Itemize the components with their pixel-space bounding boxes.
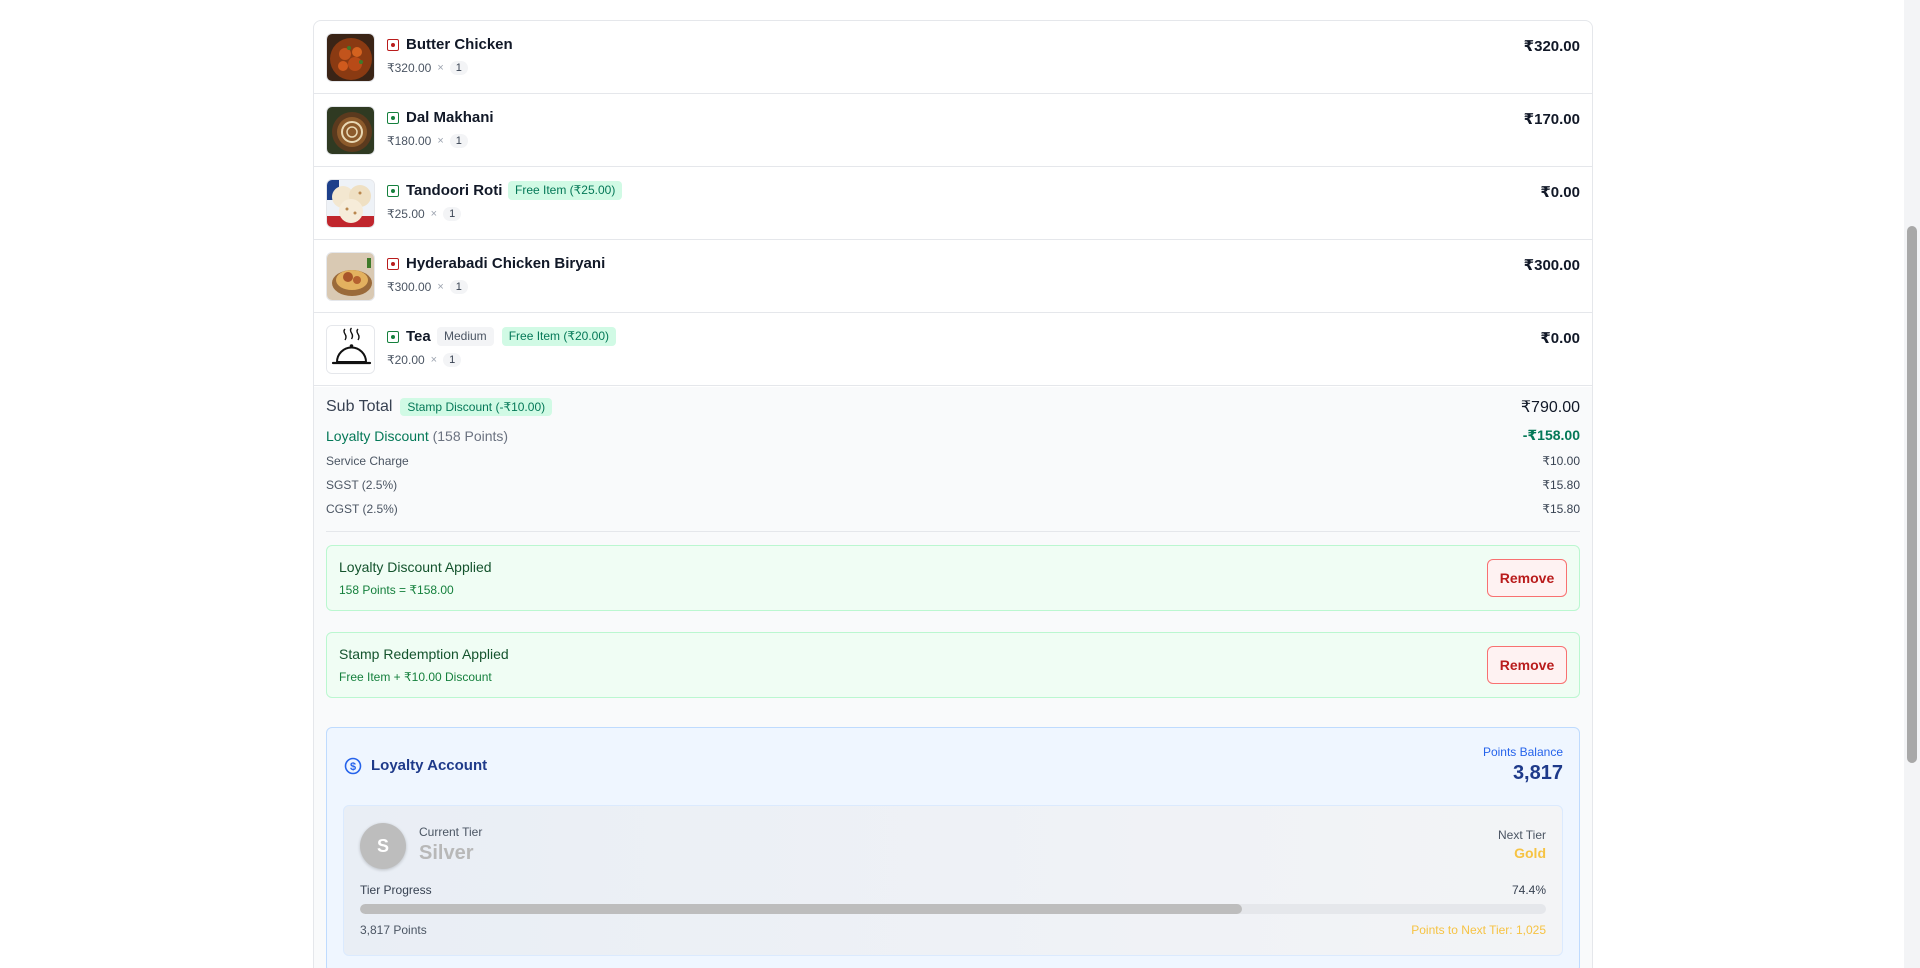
stamp-applied-box: Stamp Redemption Applied Free Item + ₹10… xyxy=(326,632,1580,698)
item-name: Dal Makhani xyxy=(406,109,494,126)
order-item-row: Butter Chicken ₹320.00 × 1 ₹320.00 xyxy=(314,21,1592,94)
loyalty-applied-subtitle: 158 Points = ₹158.00 xyxy=(339,583,454,597)
cgst-row: CGST (2.5%) ₹15.80 xyxy=(326,502,1580,516)
item-price-qty: ₹25.00 × 1 xyxy=(387,207,462,221)
multiply-sign: × xyxy=(437,281,444,293)
item-qty-badge: 1 xyxy=(449,134,468,148)
subtotal-value: ₹790.00 xyxy=(1520,399,1580,416)
item-name: Butter Chicken xyxy=(406,36,513,53)
tier-progress-fill xyxy=(360,904,1243,914)
loyalty-account-title: Loyalty Account xyxy=(371,757,488,774)
item-unit-price: ₹180.00 xyxy=(387,134,432,148)
item-price-qty: ₹20.00 × 1 xyxy=(387,353,462,367)
sgst-label: SGST (2.5%) xyxy=(326,478,398,492)
cgst-label: CGST (2.5%) xyxy=(326,502,398,516)
free-item-tag: Free Item (₹25.00) xyxy=(508,181,623,200)
item-price-qty: ₹320.00 × 1 xyxy=(387,61,468,75)
nonveg-indicator-icon xyxy=(387,39,399,51)
order-summary: Sub Total Stamp Discount (-₹10.00) ₹790.… xyxy=(314,387,1592,968)
item-total: ₹0.00 xyxy=(1540,184,1580,201)
tier-avatar: S xyxy=(360,823,406,869)
item-name: Tandoori Roti xyxy=(406,182,503,199)
nonveg-indicator-icon xyxy=(387,258,399,270)
next-tier-label: Next Tier xyxy=(1497,828,1546,842)
loyalty-applied-title: Loyalty Discount Applied xyxy=(339,559,492,575)
loyalty-applied-box: Loyalty Discount Applied 158 Points = ₹1… xyxy=(326,545,1580,611)
item-name: Tea xyxy=(406,328,431,345)
multiply-sign: × xyxy=(430,354,438,366)
loyalty-discount-row: Loyalty Discount (158 Points) -₹158.00 xyxy=(326,427,1580,444)
item-qty-badge: 1 xyxy=(449,61,468,75)
subtotal-row: Sub Total Stamp Discount (-₹10.00) ₹790.… xyxy=(326,397,1580,417)
free-item-tag: Free Item (₹20.00) xyxy=(501,327,617,346)
butter-chicken-image xyxy=(326,33,375,82)
item-total: ₹0.00 xyxy=(1540,330,1580,347)
loyalty-discount-label: Loyalty Discount xyxy=(326,427,429,444)
variant-tag: Medium xyxy=(437,327,494,346)
svg-text:$: $ xyxy=(350,761,356,773)
points-balance-label: Points Balance xyxy=(1482,745,1563,759)
item-price-qty: ₹300.00 × 1 xyxy=(387,280,468,294)
points-to-next-tier-label: Points to Next Tier: 1,025 xyxy=(1411,923,1546,937)
order-card: Butter Chicken ₹320.00 × 1 ₹320.00 Dal Makhan… xyxy=(313,20,1593,968)
item-unit-price: ₹25.00 xyxy=(387,207,425,221)
cgst-value: ₹15.80 xyxy=(1542,502,1580,516)
current-tier-value: Silver xyxy=(419,842,474,864)
remove-stamp-button[interactable]: Remove xyxy=(1487,646,1567,684)
scrollbar-thumb[interactable] xyxy=(1907,226,1917,763)
item-total: ₹300.00 xyxy=(1523,257,1580,274)
item-unit-price: ₹20.00 xyxy=(387,353,425,367)
item-unit-price: ₹300.00 xyxy=(387,280,432,294)
multiply-sign: × xyxy=(437,62,444,74)
next-tier-value: Gold xyxy=(1514,845,1546,861)
tier-progress-percent: 74.4% xyxy=(1511,883,1546,897)
tier-progress-label: Tier Progress xyxy=(360,883,432,897)
tandoori-roti-image xyxy=(326,179,375,228)
loyalty-discount-points: (158 Points) xyxy=(432,427,509,444)
biryani-image xyxy=(326,252,375,301)
order-item-row: Tea Medium Free Item (₹20.00) ₹20.00 × 1 ₹0.00 xyxy=(314,313,1592,386)
order-item-row: Hyderabadi Chicken Biryani ₹300.00 × 1 ₹300.… xyxy=(314,240,1592,313)
item-tags: Medium Free Item (₹20.00) xyxy=(437,327,617,346)
dollar-circle-icon: $ xyxy=(344,757,362,775)
item-total: ₹320.00 xyxy=(1523,38,1580,55)
item-price-qty: ₹180.00 × 1 xyxy=(387,134,468,148)
points-balance-value: 3,817 xyxy=(1512,762,1563,784)
order-item-row: Dal Makhani ₹180.00 × 1 ₹170.00 xyxy=(314,94,1592,167)
item-tags: Free Item (₹25.00) xyxy=(508,181,623,200)
sgst-row: SGST (2.5%) ₹15.80 xyxy=(326,478,1580,492)
item-qty-badge: 1 xyxy=(443,353,462,367)
stamp-applied-title: Stamp Redemption Applied xyxy=(339,646,509,662)
stamp-discount-tag: Stamp Discount (-₹10.00) xyxy=(400,398,553,416)
tier-points-label: 3,817 Points xyxy=(360,923,427,937)
item-qty-badge: 1 xyxy=(449,280,468,294)
tier-progress-bar xyxy=(360,904,1546,914)
summary-divider xyxy=(326,531,1580,532)
current-tier-label: Current Tier xyxy=(419,825,483,839)
item-name: Hyderabadi Chicken Biryani xyxy=(406,255,606,272)
service-charge-value: ₹10.00 xyxy=(1542,454,1580,468)
veg-indicator-icon xyxy=(387,331,399,343)
service-charge-row: Service Charge ₹10.00 xyxy=(326,454,1580,468)
remove-loyalty-button[interactable]: Remove xyxy=(1487,559,1567,597)
veg-indicator-icon xyxy=(387,112,399,124)
subtotal-label: Sub Total xyxy=(326,398,393,415)
service-charge-label: Service Charge xyxy=(326,454,409,468)
cloche-placeholder-icon xyxy=(326,325,375,374)
sgst-value: ₹15.80 xyxy=(1542,478,1580,492)
loyalty-account-panel: $ Loyalty Account Points Balance 3,817 S… xyxy=(326,727,1580,968)
item-total: ₹170.00 xyxy=(1523,111,1580,128)
tier-card: S Current Tier Silver Next Tier Gold Tie… xyxy=(343,805,1563,956)
multiply-sign: × xyxy=(430,208,438,220)
order-item-row: Tandoori Roti Free Item (₹25.00) ₹25.00 × 1 ₹… xyxy=(314,167,1592,240)
multiply-sign: × xyxy=(437,135,444,147)
loyalty-discount-value: -₹158.00 xyxy=(1522,427,1580,443)
stamp-applied-subtitle: Free Item + ₹10.00 Discount xyxy=(339,670,492,684)
veg-indicator-icon xyxy=(387,185,399,197)
item-qty-badge: 1 xyxy=(443,207,462,221)
dal-makhani-image xyxy=(326,106,375,155)
item-unit-price: ₹320.00 xyxy=(387,61,432,75)
